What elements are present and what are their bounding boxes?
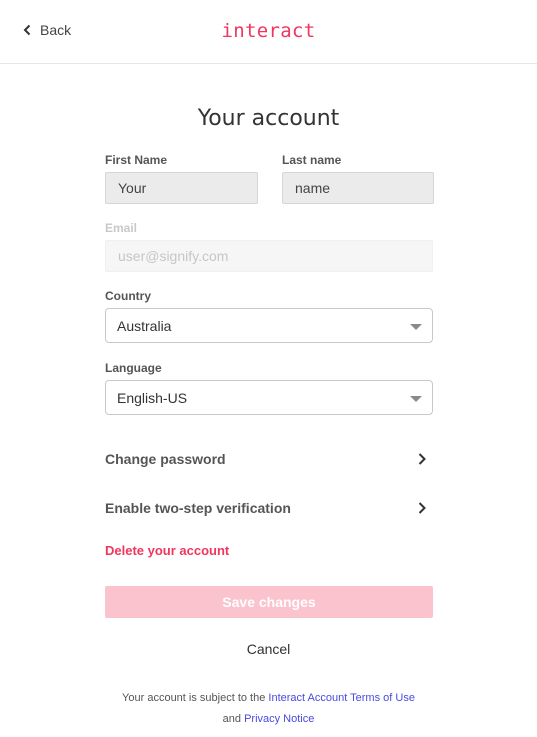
footer-prefix: Your account is subject to the (122, 692, 269, 704)
language-value: English-US (117, 389, 188, 406)
privacy-notice-link[interactable]: Privacy Notice (244, 713, 314, 725)
language-label: Language (105, 361, 162, 375)
caret-down-icon (410, 324, 422, 330)
change-password-label: Change password (105, 451, 226, 467)
cancel-button[interactable]: Cancel (0, 641, 537, 657)
first-name-label: First Name (105, 153, 168, 167)
country-select[interactable]: Australia (105, 308, 433, 343)
country-value: Australia (117, 317, 172, 334)
footer-conjunction: and (222, 713, 245, 725)
caret-down-icon (410, 396, 422, 402)
two-step-verification-label: Enable two-step verification (105, 500, 291, 516)
two-step-verification-link[interactable]: Enable two-step verification (105, 496, 433, 520)
email-field: user@signify.com (105, 240, 433, 272)
email-label: Email (105, 221, 138, 235)
top-bar: Back interact (0, 0, 537, 64)
legal-footer: Your account is subject to the Interact … (0, 688, 537, 730)
country-label: Country (105, 289, 151, 303)
terms-of-use-link[interactable]: Interact Account Terms of Use (268, 692, 415, 704)
chevron-right-icon (418, 502, 426, 514)
language-select[interactable]: English-US (105, 380, 433, 415)
interact-logo: interact (221, 20, 316, 42)
first-name-field[interactable]: Your (105, 172, 258, 204)
save-changes-button[interactable]: Save changes (105, 586, 433, 618)
change-password-link[interactable]: Change password (105, 447, 433, 471)
page-title: Your account (197, 106, 340, 131)
delete-account-link[interactable]: Delete your account (105, 543, 229, 558)
last-name-field[interactable]: name (282, 172, 434, 204)
chevron-right-icon (418, 453, 426, 465)
last-name-label: Last name (282, 153, 342, 167)
